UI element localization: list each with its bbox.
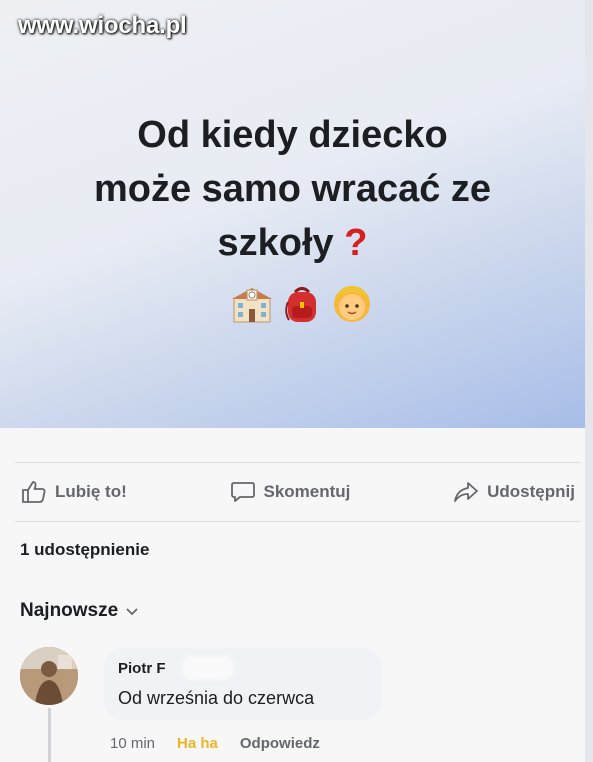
thread-line bbox=[48, 708, 51, 762]
comment-author[interactable]: Piotr F bbox=[118, 660, 166, 677]
facebook-post-screenshot: www.wiocha.pl Od kiedy dziecko może samo… bbox=[0, 0, 593, 762]
haha-reaction-button[interactable]: Ha ha bbox=[177, 735, 218, 752]
like-label: Lubię to! bbox=[55, 482, 127, 501]
shares-count[interactable]: 1 udostępnienie bbox=[20, 540, 149, 560]
post-action-bar: Lubię to! Skomentuj Udostępnij bbox=[15, 462, 581, 522]
comment-button[interactable]: Skomentuj bbox=[224, 480, 357, 504]
share-label: Udostępnij bbox=[487, 482, 575, 501]
share-arrow-icon bbox=[453, 480, 479, 504]
post-text-line-2: może samo wracać ze bbox=[93, 168, 492, 210]
comments-sort-dropdown[interactable]: Najnowsze bbox=[20, 600, 138, 622]
question-mark-emoji: ? bbox=[344, 222, 368, 264]
comment-text: Od września do czerwca bbox=[118, 688, 315, 708]
post-text-line-3: szkoły ? bbox=[0, 216, 585, 270]
like-button[interactable]: Lubię to! bbox=[15, 480, 133, 504]
thumbs-up-icon bbox=[21, 480, 47, 504]
backpack-emoji-icon bbox=[280, 282, 324, 326]
school-emoji-icon bbox=[230, 282, 274, 326]
post-image-card: Od kiedy dziecko może samo wracać ze szk… bbox=[0, 0, 585, 428]
child-emoji-icon bbox=[330, 282, 374, 326]
post-text: Od kiedy dziecko może samo wracać ze szk… bbox=[0, 108, 585, 270]
scroll-edge bbox=[585, 0, 593, 762]
comment-bubble: Piotr F Od września do czerwca bbox=[104, 648, 382, 720]
emoji-row bbox=[230, 282, 374, 326]
avatar[interactable] bbox=[20, 647, 78, 705]
sort-label: Najnowsze bbox=[20, 600, 119, 621]
comment-meta: 10 min Ha ha Odpowiedz bbox=[110, 735, 320, 752]
post-text-line-3-text: szkoły bbox=[217, 222, 334, 264]
reply-button[interactable]: Odpowiedz bbox=[240, 735, 320, 752]
share-button[interactable]: Udostępnij bbox=[447, 480, 581, 504]
name-redaction bbox=[182, 656, 234, 680]
chevron-down-icon bbox=[126, 600, 138, 622]
post-text-line-1: Od kiedy dziecko bbox=[137, 114, 448, 156]
comment-label: Skomentuj bbox=[263, 482, 351, 501]
speech-bubble-icon bbox=[230, 480, 256, 504]
watermark: www.wiocha.pl bbox=[18, 12, 187, 39]
comment-time[interactable]: 10 min bbox=[110, 735, 155, 752]
